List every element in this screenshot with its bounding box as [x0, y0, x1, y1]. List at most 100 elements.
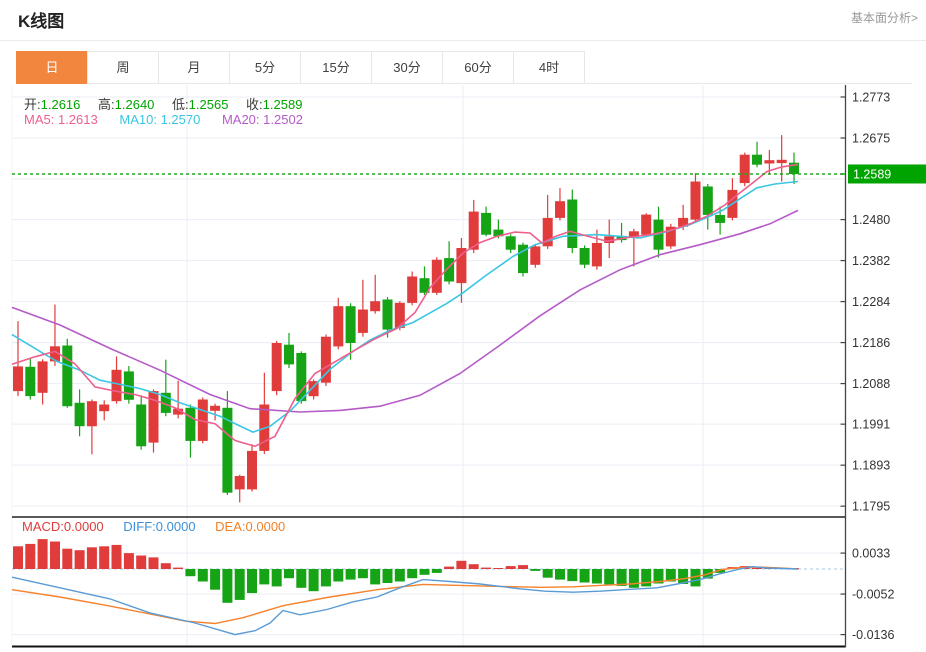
macd-legend: MACD:0.0000 DIFF:0.0000 DEA:0.0000 [22, 519, 301, 534]
open-label: 开: [24, 97, 41, 112]
low-value: 1.2565 [188, 97, 229, 112]
candle-body [579, 248, 590, 265]
macd-bar [579, 569, 590, 583]
macd-bar [493, 568, 504, 569]
candle-body [394, 302, 405, 328]
price-tick-label: 1.2675 [852, 132, 890, 146]
close-label: 收: [246, 97, 263, 112]
macd-bar [616, 569, 627, 586]
candle-body [764, 160, 775, 164]
candlestick-pane [13, 135, 799, 503]
ma-lines [11, 163, 799, 448]
macd-bar [604, 569, 615, 585]
macd-bar [370, 569, 381, 585]
candle-body [530, 246, 541, 265]
macd-bar [333, 569, 344, 582]
ma20-value: 1.2502 [263, 112, 303, 127]
candle-body [345, 306, 356, 343]
candle-body [284, 344, 294, 365]
ma10-label: MA10: [119, 112, 157, 127]
macd-bar [308, 569, 319, 592]
candle-body [481, 212, 492, 235]
macd-bar [222, 569, 233, 603]
macd-bar [284, 569, 294, 579]
price-tick-label: 1.2284 [852, 295, 890, 309]
price-tick-label: 1.1991 [852, 418, 890, 432]
macd-bar [13, 546, 23, 569]
diff-value: 0.0000 [155, 519, 196, 534]
candle-body [234, 476, 245, 490]
price-tick-label: 1.2382 [852, 254, 890, 268]
macd-bar [468, 564, 479, 569]
candle-body [74, 402, 85, 427]
macd-bar [320, 569, 331, 587]
candle-body [715, 215, 726, 223]
price-tick-label: 1.1795 [852, 500, 890, 514]
candle-body [13, 366, 23, 392]
candle-body [37, 361, 48, 393]
candle-body [357, 309, 368, 333]
dea-label: DEA: [215, 519, 246, 534]
price-tick-label: 1.2186 [852, 336, 890, 350]
candle-body [111, 369, 122, 402]
low-label: 低: [172, 97, 189, 112]
ma5-line [11, 163, 799, 448]
macd-bar [50, 541, 60, 569]
candle-body [370, 301, 381, 312]
macd-bar [444, 566, 455, 569]
open-value: 1.2616 [40, 97, 81, 112]
ma-legend: MA5: 1.2613 MA10: 1.2570 MA20: 1.2502 [24, 112, 321, 127]
macd-bar [296, 569, 307, 588]
candle-body [702, 186, 713, 215]
macd-bar [407, 569, 418, 579]
macd-bar [86, 547, 97, 569]
candle-body [456, 248, 467, 284]
candle-body [185, 407, 196, 441]
price-tick-label: 1.2773 [852, 91, 890, 105]
candle-body [247, 450, 257, 490]
macd-tick-label: -0.0136 [852, 628, 894, 642]
candle-body [776, 159, 787, 164]
high-label: 高: [98, 97, 115, 112]
candle-body [555, 201, 565, 218]
candle-body [86, 401, 97, 427]
macd-bar [394, 569, 405, 582]
macd-bar [505, 566, 516, 569]
macd-tick-label: -0.0052 [852, 588, 894, 602]
macd-bar [431, 569, 442, 573]
close-value: 1.2589 [262, 97, 303, 112]
ohlc-legend: 开:1.2616 高:1.2640 低:1.2565 收:1.2589 [24, 94, 316, 113]
ma5-label: MA5: [24, 112, 55, 127]
macd-bar [173, 567, 184, 569]
macd-bar [74, 550, 85, 569]
candle-body [99, 404, 110, 412]
candle-body [25, 366, 36, 397]
macd-label: MACD: [22, 519, 64, 534]
macd-bar [271, 569, 282, 587]
candle-body [690, 181, 701, 220]
macd-bar [752, 568, 762, 569]
diff-label: DIFF: [123, 519, 156, 534]
macd-bar [591, 569, 602, 584]
macd-bar [345, 569, 356, 580]
macd-bar [99, 546, 110, 569]
candle-body [752, 154, 762, 165]
macd-bar [382, 569, 393, 583]
macd-bar [148, 557, 159, 569]
price-tick-label: 1.2088 [852, 377, 890, 391]
macd-bar [419, 569, 430, 575]
candle-body [333, 306, 344, 347]
macd-bar [136, 555, 147, 569]
candle-body [739, 154, 750, 184]
current-price-label: 1.2589 [853, 167, 891, 181]
macd-bar [62, 548, 73, 569]
macd-bar [25, 543, 36, 569]
candle-body [210, 405, 221, 411]
candle-body [382, 299, 393, 330]
candle-body [407, 276, 418, 303]
macd-bar [530, 569, 541, 571]
macd-bar [185, 569, 196, 577]
candle-body [641, 214, 652, 235]
ma5-value: 1.2613 [57, 112, 98, 127]
candle-body [320, 336, 331, 383]
